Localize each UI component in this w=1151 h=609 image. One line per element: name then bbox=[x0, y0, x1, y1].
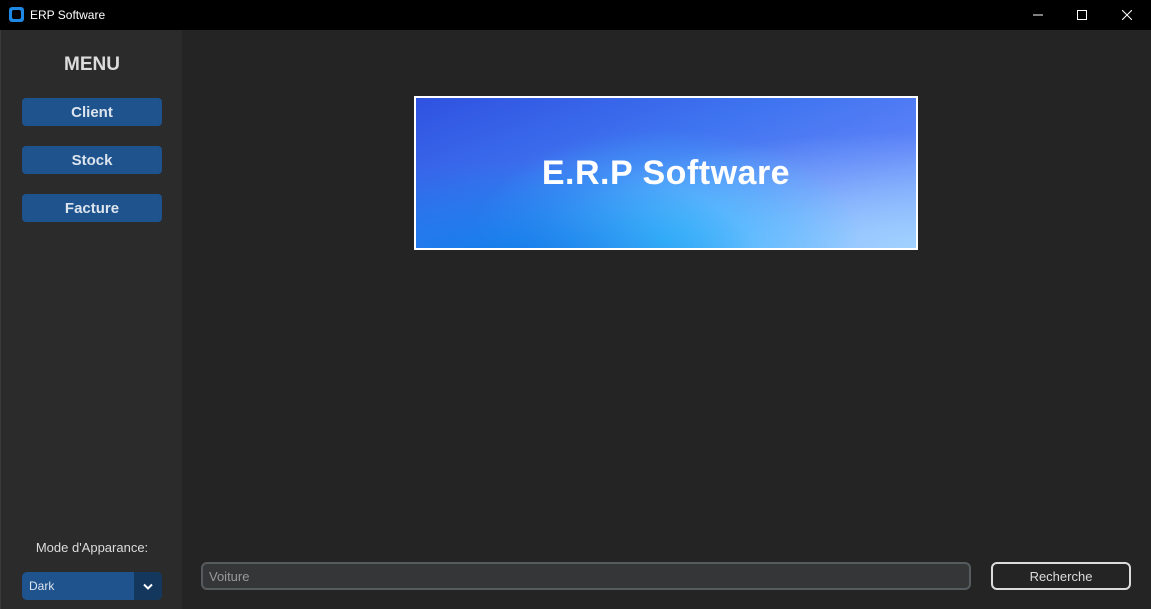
minimize-button[interactable] bbox=[1015, 0, 1061, 30]
maximize-button[interactable] bbox=[1059, 0, 1105, 30]
app-icon bbox=[9, 7, 24, 22]
main-content: E.R.P Software Recherche bbox=[182, 30, 1151, 609]
appearance-mode-value[interactable]: Dark bbox=[22, 572, 134, 600]
client-button[interactable]: Client bbox=[22, 98, 162, 126]
dropdown-arrow-button[interactable] bbox=[134, 572, 162, 600]
search-button[interactable]: Recherche bbox=[991, 562, 1131, 590]
chevron-down-icon bbox=[143, 583, 153, 590]
banner: E.R.P Software bbox=[414, 96, 918, 250]
maximize-icon bbox=[1077, 10, 1087, 20]
sidebar: MENU Client Stock Facture Mode d'Apparan… bbox=[0, 30, 182, 609]
search-input[interactable] bbox=[201, 562, 971, 590]
menu-title: MENU bbox=[64, 54, 120, 75]
banner-title: E.R.P Software bbox=[541, 153, 791, 192]
stock-button[interactable]: Stock bbox=[22, 146, 162, 174]
close-button[interactable] bbox=[1104, 0, 1150, 30]
appearance-mode-label: Mode d'Apparance: bbox=[35, 540, 149, 555]
close-icon bbox=[1122, 10, 1132, 20]
title-bar: ERP Software bbox=[0, 0, 1151, 30]
appearance-mode-select[interactable]: Dark bbox=[22, 572, 162, 600]
window-title: ERP Software bbox=[30, 8, 106, 22]
minimize-icon bbox=[1033, 14, 1043, 16]
facture-button[interactable]: Facture bbox=[22, 194, 162, 222]
